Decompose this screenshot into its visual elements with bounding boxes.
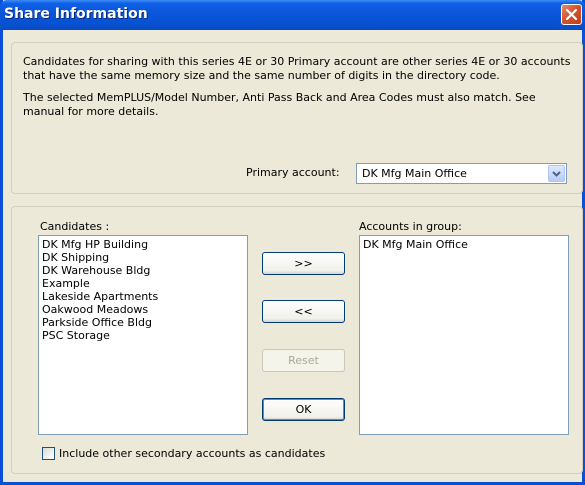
dropdown-button[interactable] bbox=[548, 165, 565, 182]
add-to-group-button[interactable]: >> bbox=[262, 252, 345, 275]
title-bar[interactable]: Share Information bbox=[0, 0, 585, 30]
candidate-item[interactable]: DK Warehouse Bldg bbox=[42, 264, 247, 277]
close-icon bbox=[566, 9, 577, 20]
candidates-list[interactable]: DK Mfg HP Building DK Shipping DK Wareho… bbox=[38, 235, 248, 435]
include-secondary-checkbox[interactable] bbox=[42, 447, 55, 460]
group-item[interactable]: DK Mfg Main Office bbox=[363, 238, 568, 251]
info-line-1: Candidates for sharing with this series … bbox=[23, 55, 571, 68]
reset-button[interactable]: Reset bbox=[262, 349, 345, 372]
candidate-item[interactable]: Parkside Office Bldg bbox=[42, 316, 247, 329]
candidate-item[interactable]: Example bbox=[42, 277, 247, 290]
primary-account-select[interactable]: DK Mfg Main Office bbox=[356, 163, 567, 184]
info-line-4: manual for more details. bbox=[23, 105, 159, 118]
candidates-label: Candidates : bbox=[40, 220, 110, 233]
close-button[interactable] bbox=[561, 4, 582, 25]
remove-from-group-button[interactable]: << bbox=[262, 300, 345, 323]
include-secondary-label[interactable]: Include other secondary accounts as cand… bbox=[59, 447, 325, 460]
primary-account-value: DK Mfg Main Office bbox=[362, 167, 467, 180]
candidate-item[interactable]: Lakeside Apartments bbox=[42, 290, 247, 303]
candidate-item[interactable]: PSC Storage bbox=[42, 329, 247, 342]
ok-button[interactable]: OK bbox=[262, 398, 345, 421]
window-title: Share Information bbox=[4, 6, 148, 22]
info-line-3: The selected MemPLUS/Model Number, Anti … bbox=[23, 91, 536, 104]
primary-account-label: Primary account: bbox=[246, 166, 340, 179]
info-line-2: that have the same memory size and the s… bbox=[23, 69, 500, 82]
candidate-item[interactable]: DK Mfg HP Building bbox=[42, 238, 247, 251]
candidate-item[interactable]: DK Shipping bbox=[42, 251, 247, 264]
candidate-item[interactable]: Oakwood Meadows bbox=[42, 303, 247, 316]
accounts-in-group-list[interactable]: DK Mfg Main Office bbox=[359, 235, 569, 435]
chevron-down-icon bbox=[552, 171, 561, 177]
share-information-dialog: Share Information Candidates for sharing… bbox=[0, 0, 585, 485]
accounts-in-group-label: Accounts in group: bbox=[359, 220, 462, 233]
